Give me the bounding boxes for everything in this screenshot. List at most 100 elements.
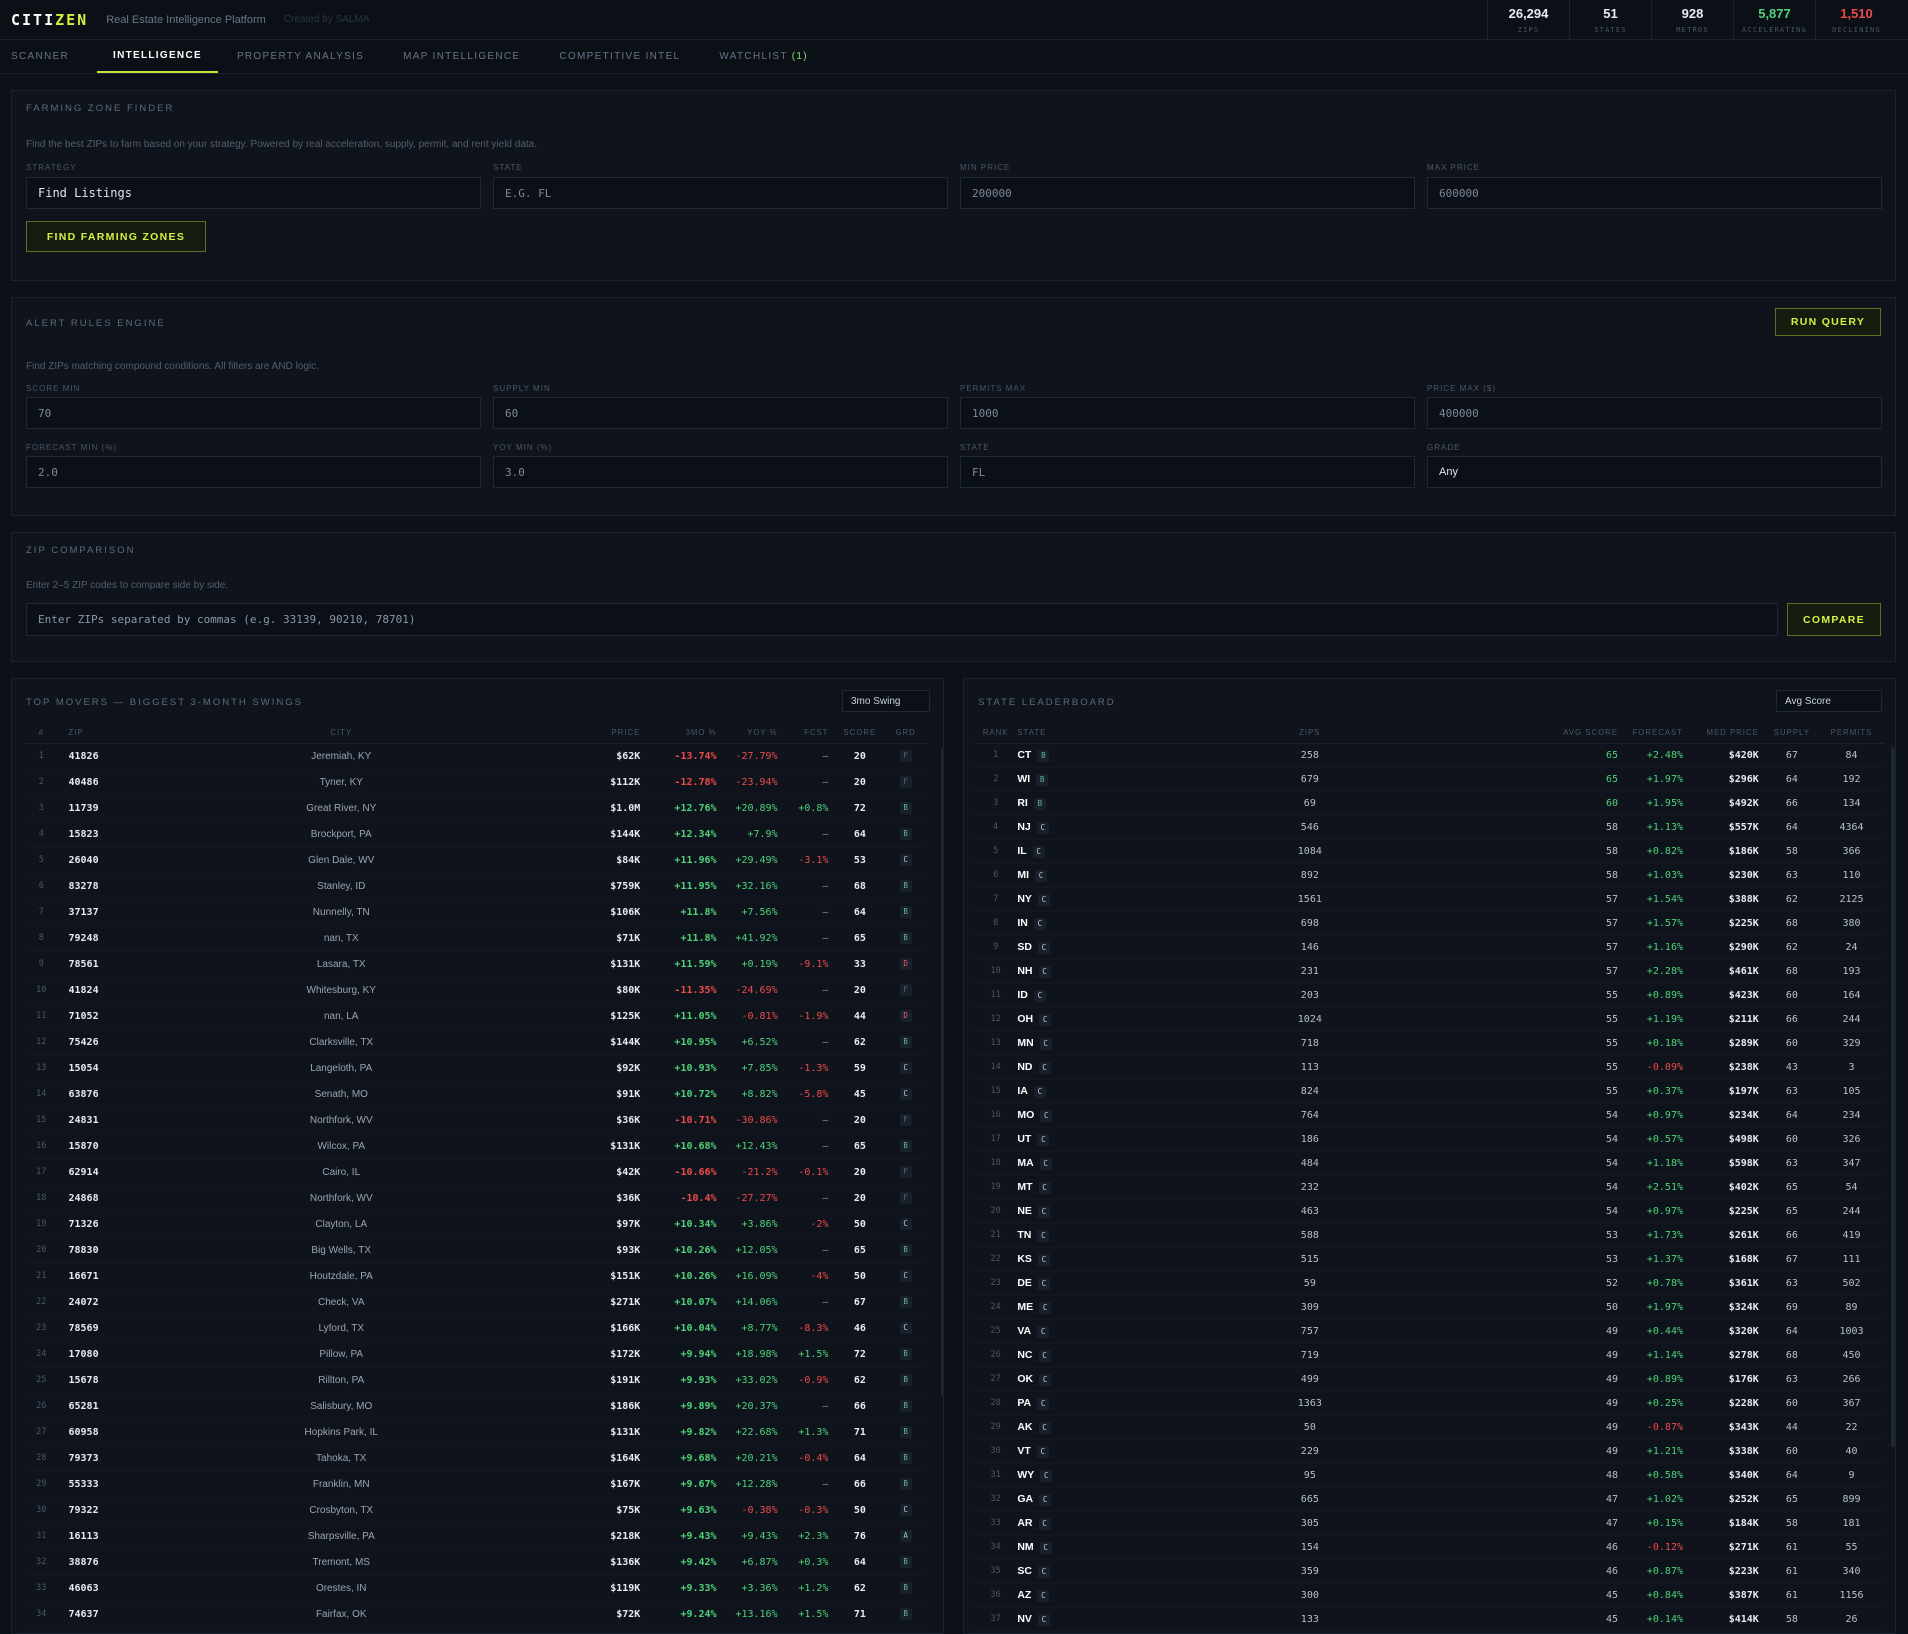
table-row[interactable]: 9 78561 Lasara, TX $131K +11.59% +0.19% -9.1% 3… <box>26 951 926 978</box>
table-row[interactable]: 25 VA C 757 49 +0.44% $320K 64 1003 <box>974 1319 1884 1344</box>
table-row[interactable]: 2 40486 Tyner, KY $112K -12.78% -23.94% —20 F <box>26 769 926 796</box>
table-row[interactable]: 22 KS C 515 53 +1.37% $168K 67 111 <box>974 1247 1884 1272</box>
table-row[interactable]: 37 NV C 133 45 +0.14% $414K 58 26 <box>974 1607 1884 1632</box>
table-row[interactable]: 14 ND C 113 55 -0.09% $238K 43 3 <box>974 1055 1884 1080</box>
tab-property-analysis[interactable]: PROPERTY ANALYSIS <box>226 40 384 73</box>
table-row[interactable]: 31 16113 Sharpsville, PA $218K +9.43% +9.43% +… <box>26 1523 926 1550</box>
supply-min-input[interactable]: 60 <box>493 397 948 429</box>
table-row[interactable]: 28 79373 Tahoka, TX $164K +9.68% +20.21% -0.4%… <box>26 1445 926 1472</box>
table-row[interactable]: 7 37137 Nunnelly, TN $106K +11.8% +7.56% —64 B <box>26 899 926 926</box>
grade-select[interactable]: Any <box>1427 456 1882 488</box>
table-row[interactable]: 15 24831 Northfork, WV $36K -10.71% -30.86% —2… <box>26 1107 926 1134</box>
permits-max-input[interactable]: 1000 <box>960 397 1415 429</box>
table-row[interactable]: 1 CT B 258 65 +2.48% $420K 67 84 <box>974 743 1884 768</box>
column-header[interactable]: RANK <box>974 723 1018 744</box>
table-row[interactable]: 19 MT C 232 54 +2.51% $402K 65 54 <box>974 1175 1884 1200</box>
movers-sort-select[interactable]: 3mo Swing <box>842 690 930 712</box>
table-row[interactable]: 17 62914 Cairo, IL $42K -10.66% -21.2% -0.1% 20… <box>26 1159 926 1186</box>
column-header[interactable]: FORECAST <box>1623 723 1689 744</box>
tab-scanner[interactable]: SCANNER <box>0 40 89 73</box>
table-row[interactable]: 6 83278 Stanley, ID $759K +11.95% +32.16% —68 B <box>26 873 926 900</box>
leaderboard-sort-select[interactable]: Avg Score <box>1776 690 1882 712</box>
table-row[interactable]: 16 MO C 764 54 +0.97% $234K 64 234 <box>974 1103 1884 1128</box>
tab-map-intelligence[interactable]: MAP INTELLIGENCE <box>392 40 540 73</box>
table-row[interactable]: 11 71052 nan, LA $125K +11.05% -0.81% -1.9% 44 D <box>26 1003 926 1030</box>
table-row[interactable]: 13 MN C 718 55 +0.18% $289K 60 329 <box>974 1031 1884 1056</box>
table-row[interactable]: 15 IA C 824 55 +0.37% $197K 63 105 <box>974 1079 1884 1104</box>
table-row[interactable]: 31 WY C 95 48 +0.58% $340K 64 9 <box>974 1463 1884 1488</box>
table-row[interactable]: 19 71326 Clayton, LA $97K +10.34% +3.86% -2% 50… <box>26 1211 926 1238</box>
table-row[interactable]: 14 63876 Senath, MO $91K +10.72% +8.82% -5.8% 4… <box>26 1081 926 1108</box>
table-row[interactable]: 21 TN C 588 53 +1.73% $261K 66 419 <box>974 1223 1884 1248</box>
table-row[interactable]: 26 65281 Salisbury, MO $186K +9.89% +20.37% —6… <box>26 1393 926 1420</box>
table-row[interactable]: 5 26040 Glen Dale, WV $84K +11.96% +29.49% -3.… <box>26 847 926 874</box>
movers-scrollbar[interactable] <box>941 747 943 1397</box>
table-row[interactable]: 22 24072 Check, VA $271K +10.07% +14.06% —67 B <box>26 1289 926 1316</box>
table-row[interactable]: 10 NH C 231 57 +2.28% $461K 68 193 <box>974 959 1884 984</box>
table-row[interactable]: 26 NC C 719 49 +1.14% $278K 68 450 <box>974 1343 1884 1368</box>
yoy-min-input[interactable]: 3.0 <box>493 456 948 488</box>
table-row[interactable]: 21 16671 Houtzdale, PA $151K +10.26% +16.09% -… <box>26 1263 926 1290</box>
column-header[interactable]: # <box>26 723 57 744</box>
table-row[interactable]: 12 75426 Clarksville, TX $144K +10.95% +6.52%… <box>26 1029 926 1056</box>
column-header[interactable]: ZIP <box>56 723 118 744</box>
table-row[interactable]: 11 ID C 203 55 +0.89% $423K 60 164 <box>974 983 1884 1008</box>
table-row[interactable]: 30 VT C 229 49 +1.21% $338K 60 40 <box>974 1439 1884 1464</box>
column-header[interactable]: 3MO % <box>646 723 723 744</box>
column-header[interactable]: STATE <box>1017 723 1083 744</box>
table-row[interactable]: 6 MI C 892 58 +1.03% $230K 63 110 <box>974 863 1884 888</box>
table-row[interactable]: 27 60958 Hopkins Park, IL $131K +9.82% +22.68… <box>26 1419 926 1446</box>
table-row[interactable]: 10 41824 Whitesburg, KY $80K -11.35% -24.69% —… <box>26 977 926 1004</box>
column-header[interactable]: GRD <box>885 723 926 744</box>
column-header[interactable]: PRICE <box>564 723 647 744</box>
state-input[interactable]: FL <box>960 456 1415 488</box>
table-row[interactable]: 1 41826 Jeremiah, KY $62K -13.74% -27.79% —20 F <box>26 743 926 770</box>
table-row[interactable]: 34 NM C 154 46 -0.12% $271K 61 55 <box>974 1535 1884 1560</box>
table-row[interactable]: 9 SD C 146 57 +1.16% $290K 62 24 <box>974 935 1884 960</box>
table-row[interactable]: 24 17080 Pillow, PA $172K +9.94% +18.98% +1.5%… <box>26 1341 926 1368</box>
column-header[interactable]: FCST <box>783 723 835 744</box>
table-row[interactable]: 18 24868 Northfork, WV $36K -10.4% -27.27% —20… <box>26 1185 926 1212</box>
table-row[interactable]: 2 WI B 679 65 +1.97% $296K 64 192 <box>974 767 1884 792</box>
price-max-input[interactable]: 400000 <box>1427 397 1882 429</box>
strategy-input[interactable]: Find Listings <box>26 177 481 209</box>
min-price-input[interactable]: 200000 <box>960 177 1415 209</box>
table-row[interactable]: 25 15678 Rillton, PA $191K +9.93% +33.02% -0.9… <box>26 1367 926 1394</box>
table-row[interactable]: 18 MA C 484 54 +1.18% $598K 63 347 <box>974 1151 1884 1176</box>
column-header[interactable]: SCORE <box>834 723 886 744</box>
table-row[interactable]: 13 15054 Langeloth, PA $92K +10.93% +7.85% -1.… <box>26 1055 926 1082</box>
table-row[interactable]: 8 IN C 698 57 +1.57% $225K 68 380 <box>974 911 1884 936</box>
table-row[interactable]: 30 79322 Crosbyton, TX $75K +9.63% -0.38% -0.3… <box>26 1497 926 1524</box>
tab-intelligence[interactable]: INTELLIGENCE <box>97 40 218 73</box>
table-row[interactable]: 27 OK C 499 49 +0.89% $176K 63 266 <box>974 1367 1884 1392</box>
compare-button[interactable]: COMPARE <box>1787 603 1881 636</box>
table-row[interactable]: 4 15823 Brockport, PA $144K +12.34% +7.9% —64 B <box>26 821 926 848</box>
table-row[interactable]: 17 UT C 186 54 +0.57% $498K 60 326 <box>974 1127 1884 1152</box>
run-query-button[interactable]: RUN QUERY <box>1775 308 1881 336</box>
column-header[interactable]: YOY % <box>722 723 784 744</box>
state-input[interactable]: E.G. FL <box>493 177 948 209</box>
table-row[interactable]: 32 GA C 665 47 +1.02% $252K 65 899 <box>974 1487 1884 1512</box>
table-row[interactable]: 4 NJ C 546 58 +1.13% $557K 64 4364 <box>974 815 1884 840</box>
table-row[interactable]: 36 AZ C 300 45 +0.84% $387K 61 1156 <box>974 1583 1884 1608</box>
score-min-input[interactable]: 70 <box>26 397 481 429</box>
table-row[interactable]: 20 78830 Big Wells, TX $93K +10.26% +12.05% —6… <box>26 1237 926 1264</box>
table-row[interactable]: 32 38876 Tremont, MS $136K +9.42% +6.87% +0.3%… <box>26 1549 926 1576</box>
table-row[interactable]: 33 AR C 305 47 +0.15% $184K 58 181 <box>974 1511 1884 1536</box>
tab-competitive-intel[interactable]: COMPETITIVE INTEL <box>548 40 700 73</box>
table-row[interactable]: 23 78569 Lyford, TX $166K +10.04% +8.77% -8.3%… <box>26 1315 926 1342</box>
column-header[interactable]: PERMITS <box>1818 723 1884 744</box>
table-row[interactable]: 8 79248 nan, TX $71K +11.8% +41.92% —65 B <box>26 925 926 952</box>
table-row[interactable]: 28 PA C 1363 49 +0.25% $228K 60 367 <box>974 1391 1884 1416</box>
table-row[interactable]: 29 AK C 50 49 -0.87% $343K 44 22 <box>974 1415 1884 1440</box>
tab-watchlist[interactable]: WATCHLIST (1) <box>708 40 828 73</box>
leaderboard-scrollbar[interactable] <box>1891 747 1895 1447</box>
table-row[interactable]: 23 DE C 59 52 +0.78% $361K 63 502 <box>974 1271 1884 1296</box>
table-row[interactable]: 12 OH C 1024 55 +1.19% $211K 66 244 <box>974 1007 1884 1032</box>
zip-compare-input[interactable]: Enter ZIPs separated by commas (e.g. 331… <box>26 603 1778 636</box>
table-row[interactable]: 7 NY C 1561 57 +1.54% $388K 62 2125 <box>974 887 1884 912</box>
column-header[interactable]: SUPPLY <box>1764 723 1819 744</box>
table-row[interactable]: 24 ME C 309 50 +1.97% $324K 69 89 <box>974 1295 1884 1320</box>
table-row[interactable]: 3 RI B 69 60 +1.95% $492K 66 134 <box>974 791 1884 816</box>
table-row[interactable]: 29 55333 Franklin, MN $167K +9.67% +12.28% —66… <box>26 1471 926 1498</box>
